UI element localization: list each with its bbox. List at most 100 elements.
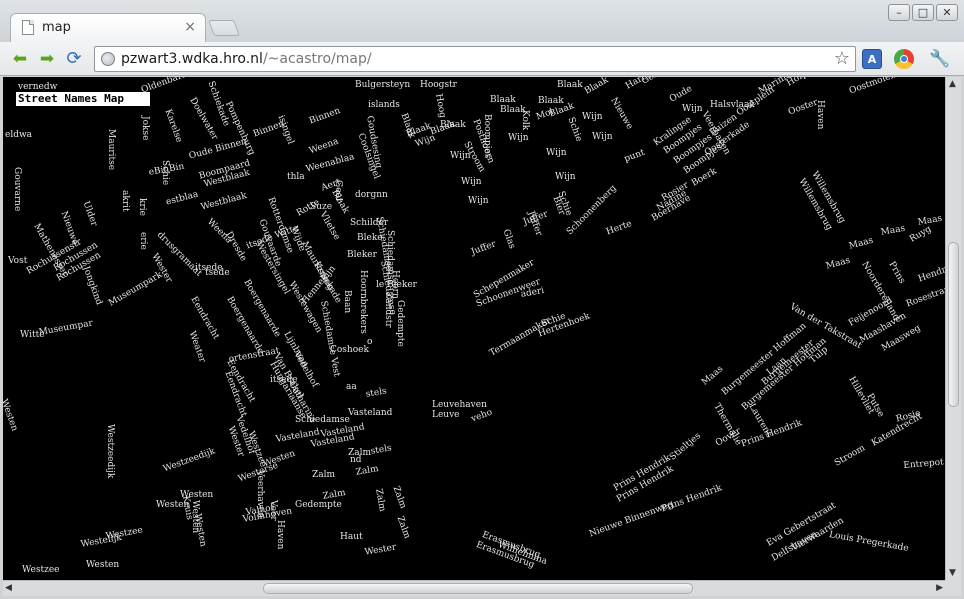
street-label: Kolk bbox=[520, 110, 530, 131]
forward-arrow-icon[interactable]: ➡ bbox=[36, 48, 58, 70]
chrome-extension-icon[interactable] bbox=[894, 49, 914, 69]
street-label: Museumpark bbox=[107, 269, 165, 309]
street-label: Westen bbox=[192, 513, 208, 548]
street-label: stels bbox=[365, 386, 388, 400]
street-label: stels bbox=[370, 443, 393, 457]
street-label: Westzeedijk bbox=[105, 424, 115, 479]
street-label: Haut bbox=[340, 532, 363, 542]
street-label: Karelse bbox=[162, 108, 184, 144]
street-label: Veer bbox=[268, 500, 278, 521]
street-label: Zalm bbox=[312, 470, 336, 480]
street-label: Wijn bbox=[468, 196, 489, 206]
scroll-up-icon[interactable]: ▲ bbox=[949, 78, 956, 90]
scroll-corner bbox=[945, 580, 961, 596]
street-label: Baan bbox=[342, 290, 352, 314]
horizontal-scrollbar[interactable]: ◀ ▶ bbox=[3, 580, 945, 596]
street-label: Maas bbox=[825, 255, 852, 272]
url-text[interactable]: pzwart3.wdka.hro.nl/~acastro/map/ bbox=[121, 51, 372, 67]
minimize-button[interactable]: – bbox=[888, 4, 910, 21]
new-tab-button[interactable] bbox=[208, 20, 240, 36]
street-label: vernedw bbox=[18, 82, 58, 92]
vertical-scroll-thumb[interactable] bbox=[948, 242, 959, 407]
street-label: akrit bbox=[120, 190, 130, 212]
close-window-button[interactable]: ✕ bbox=[936, 4, 958, 21]
street-label: Oude Binnen bbox=[188, 136, 248, 162]
vertical-scrollbar[interactable]: ▲ ▼ bbox=[945, 77, 961, 580]
street-label: Wester bbox=[364, 542, 397, 558]
street-label: Westen bbox=[3, 398, 20, 433]
street-label: Haven bbox=[275, 520, 285, 550]
street-label: Goal bbox=[333, 180, 343, 201]
street-label: Herte bbox=[605, 218, 634, 238]
street-label: Schiedamse bbox=[295, 415, 350, 425]
street-label: Westblaak bbox=[200, 190, 248, 213]
street-label: Zandstr bbox=[383, 292, 393, 328]
street-label: Halsvlaak bbox=[710, 100, 755, 110]
street-label: Westen bbox=[86, 560, 120, 570]
street-label: Gouvarne bbox=[12, 167, 22, 212]
url-path: /~acastro/map/ bbox=[262, 51, 372, 67]
street-label: Schie bbox=[565, 116, 584, 144]
street-label: Blaak bbox=[557, 80, 583, 90]
street-label: Bleker bbox=[347, 250, 377, 260]
street-label: punt bbox=[623, 147, 647, 165]
street-names-map: Street Names Map vernedw eldwa Gouvarne Mau… bbox=[3, 77, 945, 580]
street-label: o bbox=[367, 337, 373, 347]
address-bar[interactable]: pzwart3.wdka.hro.nl/~acastro/map/ ☆ bbox=[94, 46, 856, 72]
street-label: Stieltjes bbox=[668, 431, 703, 463]
scroll-right-icon[interactable]: ▶ bbox=[936, 582, 943, 594]
street-label: Jokse bbox=[140, 116, 150, 141]
street-label: Leuve bbox=[432, 410, 460, 420]
street-label: Zalm bbox=[373, 488, 388, 513]
street-label: aa bbox=[346, 382, 357, 392]
page-title: Street Names Map bbox=[16, 92, 150, 106]
back-arrow-icon[interactable]: ⬅ bbox=[9, 48, 31, 70]
street-label: Hoornbrekers bbox=[358, 270, 368, 334]
page-icon bbox=[22, 20, 34, 35]
street-label: Hendrik bbox=[917, 262, 945, 285]
bookmark-star-icon[interactable]: ☆ bbox=[834, 48, 850, 70]
wrench-icon[interactable]: 🔧 bbox=[929, 49, 950, 69]
street-label: Zalm bbox=[348, 448, 372, 458]
window-controls: – □ ✕ bbox=[888, 4, 958, 21]
url-host: pzwart3.wdka.hro.nl bbox=[121, 51, 263, 67]
street-label: Hofplein bbox=[785, 77, 824, 89]
street-label: estblaa bbox=[165, 189, 200, 208]
street-label: Ulder bbox=[80, 200, 99, 228]
browser-window: map × – □ ✕ ⬅ ➡ ⟳ pzwart3.wdka.hro.nl/~a… bbox=[0, 0, 964, 599]
street-label: Hoog bbox=[433, 93, 448, 119]
street-label: Schie bbox=[160, 160, 170, 186]
street-label: Veerhaven bbox=[255, 470, 265, 518]
street-label: Nieuwe bbox=[58, 210, 80, 247]
street-label: Wijn bbox=[508, 133, 529, 143]
translate-icon[interactable]: A bbox=[862, 49, 882, 69]
street-label: Witte bbox=[20, 330, 45, 340]
horizontal-scroll-thumb[interactable] bbox=[263, 583, 693, 594]
street-label: Wijn bbox=[546, 148, 567, 158]
street-label: Gedempte bbox=[395, 300, 405, 347]
reload-icon[interactable]: ⟳ bbox=[63, 48, 85, 70]
street-label: Prins bbox=[886, 260, 907, 286]
scroll-down-icon[interactable]: ▼ bbox=[949, 567, 956, 579]
street-label: Oostmolen bbox=[848, 77, 898, 97]
tab-map[interactable]: map × bbox=[10, 13, 206, 42]
street-label: Mauritse bbox=[106, 129, 116, 171]
globe-icon bbox=[101, 52, 115, 66]
street-label: Zalm bbox=[394, 515, 412, 541]
tab-strip: map × – □ ✕ bbox=[0, 0, 964, 42]
street-label: Blaak bbox=[490, 95, 516, 105]
street-label: Maas bbox=[848, 235, 875, 252]
tab-close-icon[interactable]: × bbox=[184, 19, 196, 35]
maximize-button[interactable]: □ bbox=[912, 4, 934, 21]
street-label: veho bbox=[470, 407, 494, 425]
street-label: Museumpar bbox=[38, 318, 94, 338]
street-label: Suze bbox=[310, 202, 333, 212]
street-label: Wijn bbox=[682, 104, 703, 114]
street-label: Westzee bbox=[105, 525, 144, 542]
street-label: krie bbox=[137, 198, 147, 216]
street-label: Zalm bbox=[390, 485, 408, 511]
scroll-left-icon[interactable]: ◀ bbox=[5, 582, 12, 594]
street-label: Oldenbarnevelt bbox=[140, 77, 210, 96]
street-label: Maas bbox=[917, 213, 943, 228]
street-label: Schiedamse Vest bbox=[318, 300, 342, 378]
